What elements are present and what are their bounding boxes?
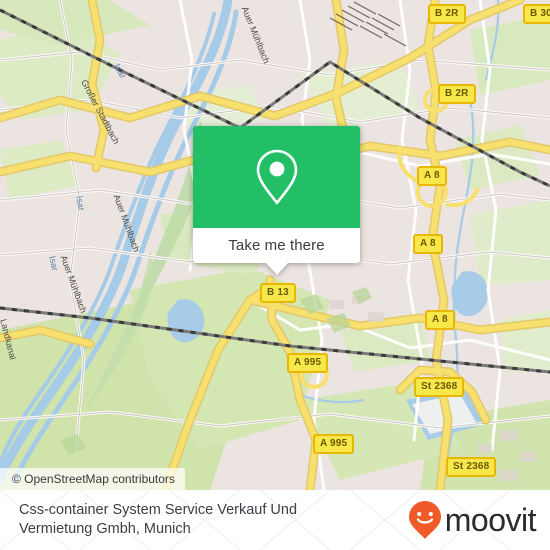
road-shield: A 8 — [417, 166, 447, 186]
map-screenshot-page: Großer Stadtbach Isar Isar Isar Auer Mühlbac… — [0, 0, 550, 550]
page-title: Css-container System Service Verkauf Und… — [19, 502, 298, 537]
road-shield: A 8 — [425, 310, 455, 330]
moovit-wordmark: moovit — [444, 502, 537, 538]
osm-attribution[interactable]: © OpenStreetMap contributors — [0, 468, 185, 490]
callout-tail — [265, 263, 288, 275]
map-canvas[interactable]: Großer Stadtbach Isar Isar Isar Auer Mühlbac… — [0, 0, 550, 490]
map-pin-icon — [256, 149, 297, 205]
road-shield: A 8 — [413, 234, 443, 254]
location-callout-card[interactable]: Take me there — [193, 126, 360, 275]
footer-bar: Css-container System Service Verkauf Und… — [0, 490, 550, 550]
road-shield: A 995 — [287, 353, 329, 373]
road-shield: B 2R — [438, 84, 476, 104]
road-shield: St 2368 — [446, 457, 497, 477]
road-shield: St 2368 — [414, 377, 465, 397]
moovit-pin-smile-icon — [408, 501, 441, 539]
moovit-brand[interactable]: moovit — [408, 500, 537, 540]
road-shield: B 2R — [428, 4, 466, 24]
road-shield: B 13 — [260, 283, 296, 303]
road-shield: B 30 — [523, 4, 550, 24]
take-me-there-button[interactable]: Take me there — [193, 228, 360, 263]
take-me-there-label: Take me there — [228, 237, 325, 254]
road-shield: A 995 — [313, 434, 355, 454]
callout-pin-panel — [193, 126, 360, 228]
